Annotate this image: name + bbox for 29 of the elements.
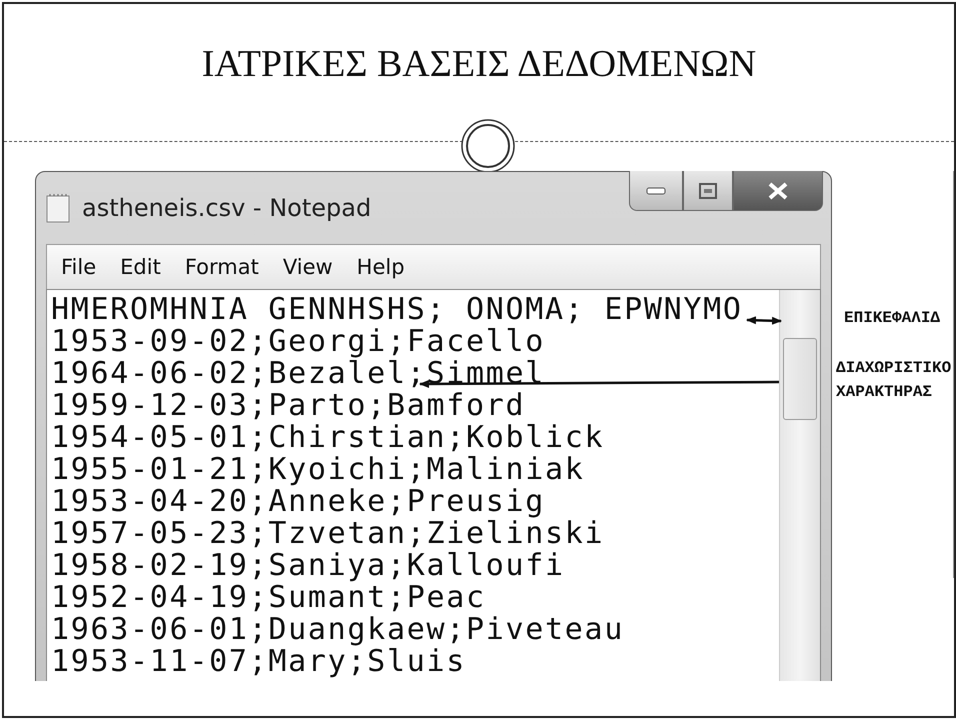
menu-item[interactable]: Edit	[120, 255, 161, 279]
maximize-icon	[699, 182, 717, 198]
scrollbar[interactable]	[779, 290, 820, 681]
text-area[interactable]	[46, 289, 821, 681]
maximize-button[interactable]	[683, 171, 733, 211]
menu-item[interactable]: View	[282, 255, 333, 279]
text-line: 1954-05-01;Chirstian;Koblick	[51, 422, 604, 454]
close-button[interactable]	[733, 171, 823, 211]
text-line: 1955-01-21;Kyoichi;Maliniak	[51, 454, 585, 486]
text-line: HMEROMHNIA GENNHSHS; ONOMA; EPWNYMO	[51, 294, 743, 326]
notepad-icon	[46, 193, 70, 223]
text-line: 1952-04-19;Sumant;Peac	[51, 582, 486, 614]
text-line: 1953-11-07;Mary;Sluis	[51, 646, 466, 678]
scroll-thumb[interactable]	[783, 338, 817, 420]
text-line: 1959-12-03;Parto;Bamford	[51, 390, 526, 422]
minimize-button[interactable]	[629, 171, 683, 211]
text-line: 1953-04-20;Anneke;Preusig	[51, 486, 546, 518]
text-line: 1957-05-23;Tzvetan;Zielinski	[51, 518, 604, 550]
text-line: 1958-02-19;Saniya;Kalloufi	[51, 550, 565, 582]
window-title: astheneis.csv - Notepad	[82, 194, 372, 222]
text-line: 1964-06-02;Bezalel;Simmel	[51, 358, 546, 390]
minimize-icon	[646, 186, 666, 194]
close-icon	[767, 182, 789, 200]
text-line: 1963-06-01;Duangkaew;Piveteau	[51, 614, 624, 646]
menu-item[interactable]: File	[61, 255, 96, 279]
text-line: 1953-09-02;Georgi;Facello	[51, 326, 546, 358]
menu-item[interactable]: Help	[356, 255, 405, 279]
ring-icon	[460, 118, 516, 174]
menu-item[interactable]: Format	[184, 255, 259, 279]
